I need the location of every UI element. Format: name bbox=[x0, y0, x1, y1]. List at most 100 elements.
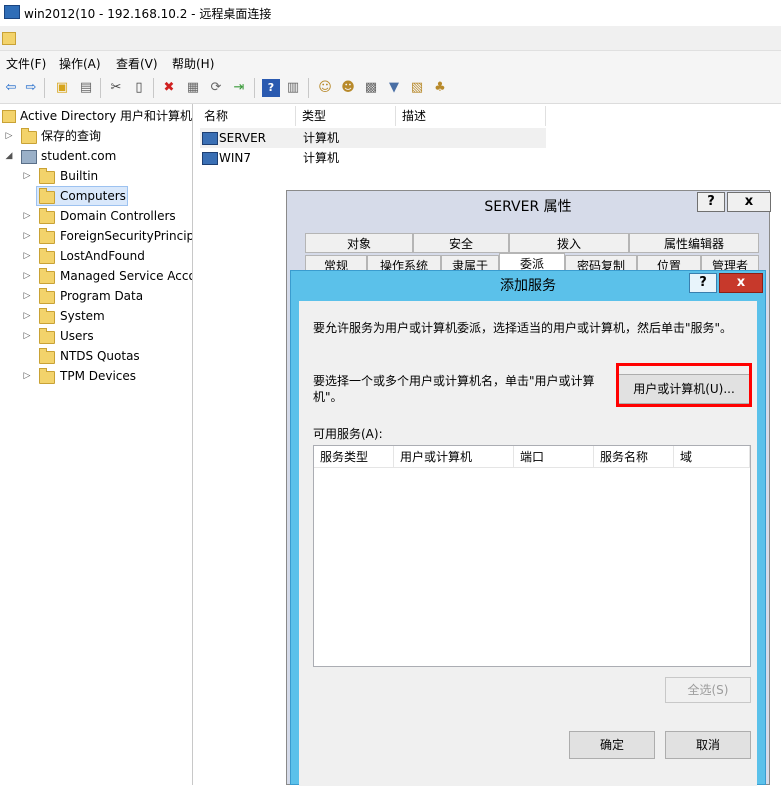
expand-arrow-icon[interactable]: ▷ bbox=[22, 166, 32, 186]
folder-icon bbox=[39, 228, 55, 244]
help-button[interactable]: ? bbox=[689, 273, 717, 293]
folder-icon bbox=[39, 348, 55, 364]
tree-item-computers[interactable]: Computers bbox=[36, 186, 128, 206]
close-button[interactable]: x bbox=[727, 192, 771, 212]
tree-item-label: Computers bbox=[60, 189, 126, 203]
toolbar-separator bbox=[44, 78, 45, 98]
computer-icon bbox=[202, 132, 218, 145]
tree-item-label: NTDS Quotas bbox=[60, 349, 140, 363]
select-users-text: 要选择一个或多个用户或计算机名，单击"用户或计算机"。 bbox=[313, 374, 595, 404]
column-header-user-or-computer[interactable]: 用户或计算机 bbox=[394, 446, 514, 468]
menu-bar: 文件(F) 操作(A) 查看(V) 帮助(H) bbox=[0, 51, 781, 73]
toolbar-separator bbox=[254, 78, 255, 98]
column-header-domain[interactable]: 域 bbox=[674, 446, 750, 468]
expand-arrow-icon[interactable]: ▷ bbox=[4, 126, 14, 146]
row-type: 计算机 bbox=[303, 131, 340, 145]
tree-item-label: Managed Service Acco bbox=[60, 269, 193, 283]
tree-item-label: ForeignSecurityPrincipa bbox=[60, 229, 193, 243]
expand-arrow-icon[interactable]: ▷ bbox=[22, 306, 32, 326]
filter-icon[interactable]: ▼ bbox=[385, 79, 403, 97]
folder-icon bbox=[39, 328, 55, 344]
expand-arrow-icon[interactable]: ▷ bbox=[22, 366, 32, 386]
forward-arrow-icon[interactable]: ⇨ bbox=[22, 79, 40, 97]
expand-arrow-icon[interactable]: ▷ bbox=[22, 286, 32, 306]
tree-item-label: Builtin bbox=[60, 169, 99, 183]
select-all-button[interactable]: 全选(S) bbox=[665, 677, 751, 703]
column-header-description[interactable]: 描述 bbox=[396, 106, 546, 126]
highlight-box bbox=[616, 363, 752, 407]
expand-arrow-icon[interactable]: ▷ bbox=[22, 226, 32, 246]
delete-icon[interactable]: ✖ bbox=[160, 79, 178, 97]
column-header-port[interactable]: 端口 bbox=[514, 446, 594, 468]
tree-item-label: TPM Devices bbox=[60, 369, 137, 383]
tree-item-label: System bbox=[60, 309, 105, 323]
available-services-label: 可用服务(A): bbox=[313, 427, 383, 441]
menu-file[interactable]: 文件(F) bbox=[6, 55, 46, 72]
collapse-arrow-icon[interactable]: ◢ bbox=[4, 146, 14, 166]
tree-item-label: Users bbox=[60, 329, 94, 343]
find-icon[interactable]: ▧ bbox=[408, 79, 426, 97]
column-header-service-name[interactable]: 服务名称 bbox=[594, 446, 674, 468]
computer-icon bbox=[202, 152, 218, 165]
menu-view[interactable]: 查看(V) bbox=[116, 55, 158, 72]
ok-button[interactable]: 确定 bbox=[569, 731, 655, 759]
up-folder-icon[interactable]: ▣ bbox=[53, 79, 71, 97]
console-tree-icon[interactable]: ▤ bbox=[77, 79, 95, 97]
expand-arrow-icon[interactable]: ▷ bbox=[22, 246, 32, 266]
tree-item-label: Active Directory 用户和计算机 bbox=[20, 109, 193, 123]
table-row[interactable]: WIN7 计算机 bbox=[200, 148, 546, 168]
ou-folder-icon bbox=[39, 208, 55, 224]
new-ou-icon[interactable]: ▩ bbox=[362, 79, 380, 97]
mmc-app-icon bbox=[2, 32, 16, 45]
refresh-icon[interactable]: ⟳ bbox=[207, 79, 225, 97]
folder-icon bbox=[39, 168, 55, 184]
tree-item-label: student.com bbox=[41, 149, 117, 163]
folder-icon bbox=[39, 248, 55, 264]
help-button[interactable]: ? bbox=[697, 192, 725, 212]
table-row[interactable]: SERVER 计算机 bbox=[200, 128, 546, 148]
column-header-name[interactable]: 名称 bbox=[198, 106, 296, 126]
properties-icon[interactable]: ▦ bbox=[184, 79, 202, 97]
tab-security[interactable]: 安全 bbox=[413, 233, 509, 253]
tree-item-label: Domain Controllers bbox=[60, 209, 176, 223]
remote-desktop-icon bbox=[4, 5, 20, 19]
domain-icon bbox=[21, 150, 37, 164]
cancel-button[interactable]: 取消 bbox=[665, 731, 751, 759]
back-arrow-icon[interactable]: ⇦ bbox=[2, 79, 20, 97]
tab-dial-in[interactable]: 拨入 bbox=[509, 233, 629, 253]
ad-root-icon bbox=[2, 110, 16, 123]
menu-help[interactable]: 帮助(H) bbox=[172, 55, 214, 72]
column-header-service-type[interactable]: 服务类型 bbox=[314, 446, 394, 468]
expand-arrow-icon[interactable]: ▷ bbox=[22, 266, 32, 286]
window-title-bar: win2012(10 - 192.168.10.2 - 远程桌面连接 bbox=[0, 0, 781, 26]
console-tree: Active Directory 用户和计算机 ▷ 保存的查询 ◢ studen… bbox=[0, 104, 193, 785]
help-icon[interactable]: ? bbox=[262, 79, 280, 97]
window-title: win2012(10 - 192.168.10.2 - 远程桌面连接 bbox=[24, 7, 272, 21]
tab-object[interactable]: 对象 bbox=[305, 233, 413, 253]
instruction-text: 要允许服务为用户或计算机委派，选择适当的用户或计算机，然后单击"服务"。 bbox=[313, 321, 733, 335]
mmc-title-strip bbox=[0, 26, 781, 51]
column-header-type[interactable]: 类型 bbox=[296, 106, 396, 126]
tree-item-label: LostAndFound bbox=[60, 249, 145, 263]
toolbar-separator bbox=[100, 78, 101, 98]
add-to-group-icon[interactable]: ♣ bbox=[431, 79, 449, 97]
menu-action[interactable]: 操作(A) bbox=[59, 55, 101, 72]
folder-icon bbox=[39, 368, 55, 384]
expand-arrow-icon[interactable]: ▷ bbox=[22, 206, 32, 226]
toolbar-separator bbox=[308, 78, 309, 98]
export-icon[interactable]: ⇥ bbox=[230, 79, 248, 97]
row-name: SERVER bbox=[219, 131, 267, 145]
cut-icon[interactable]: ✂ bbox=[107, 79, 125, 97]
tab-attribute-editor[interactable]: 属性编辑器 bbox=[629, 233, 759, 253]
folder-icon bbox=[39, 288, 55, 304]
folder-icon bbox=[39, 308, 55, 324]
show-action-pane-icon[interactable]: ▥ bbox=[284, 79, 302, 97]
row-name: WIN7 bbox=[219, 151, 252, 165]
copy-icon[interactable]: ▯ bbox=[130, 79, 148, 97]
expand-arrow-icon[interactable]: ▷ bbox=[22, 326, 32, 346]
folder-icon bbox=[21, 128, 37, 144]
close-button[interactable]: x bbox=[719, 273, 763, 293]
new-group-icon[interactable]: ☻ bbox=[339, 79, 357, 97]
new-user-icon[interactable]: ☺ bbox=[316, 79, 334, 97]
available-services-list[interactable]: 服务类型 用户或计算机 端口 服务名称 域 bbox=[313, 445, 751, 667]
